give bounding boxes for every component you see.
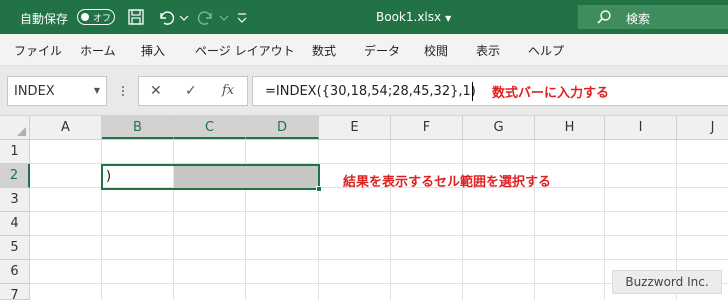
formula-bar-grip[interactable] xyxy=(121,84,125,98)
toggle-knob xyxy=(81,13,89,21)
autosave-toggle[interactable]: オフ xyxy=(77,9,115,25)
column-header-f[interactable]: F xyxy=(391,116,463,139)
row-header-7[interactable]: 7 xyxy=(0,284,30,300)
formula-input[interactable]: =INDEX({30,18,54;28,45,32},1) xyxy=(252,76,728,106)
chevron-down-icon: ▼ xyxy=(445,14,452,23)
column-header-b[interactable]: B xyxy=(102,116,174,139)
document-title-text: Book1.xlsx xyxy=(376,10,442,24)
save-icon[interactable] xyxy=(126,7,146,27)
tab-home[interactable]: ホーム xyxy=(80,42,116,59)
row-header-4[interactable]: 4 xyxy=(0,212,30,236)
row-header-6[interactable]: 6 xyxy=(0,260,30,284)
column-header-e[interactable]: E xyxy=(319,116,391,139)
ribbon-tabs: ファイル ホーム 挿入 ページ レイアウト 数式 データ 校閲 表示 ヘルプ xyxy=(0,34,728,66)
column-header-h[interactable]: H xyxy=(535,116,605,139)
tab-view[interactable]: 表示 xyxy=(476,42,500,59)
column-header-g[interactable]: G xyxy=(463,116,535,139)
chevron-down-icon[interactable]: ▼ xyxy=(94,86,100,95)
search-placeholder: 検索 xyxy=(626,12,651,26)
select-all-icon xyxy=(17,127,26,136)
redo-dropdown-icon[interactable] xyxy=(218,7,230,27)
name-box-value: INDEX xyxy=(14,84,55,99)
text-cursor xyxy=(472,82,473,101)
tab-help[interactable]: ヘルプ xyxy=(528,42,564,59)
undo-icon[interactable] xyxy=(156,7,176,27)
autosave-state: オフ xyxy=(93,14,112,24)
autosave-label: 自動保存 xyxy=(20,12,69,26)
row-header-3[interactable]: 3 xyxy=(0,188,30,212)
column-header-i[interactable]: I xyxy=(605,116,677,139)
enter-icon[interactable]: ✓ xyxy=(185,83,197,99)
column-headers: A B C D E F G H I J xyxy=(0,116,728,140)
row-header-5[interactable]: 5 xyxy=(0,236,30,260)
tab-page-layout[interactable]: ページ レイアウト xyxy=(195,42,295,59)
tab-file[interactable]: ファイル xyxy=(14,42,62,59)
search-icon xyxy=(596,9,612,29)
tab-data[interactable]: データ xyxy=(364,42,400,59)
formula-text: =INDEX({30,18,54;28,45,32},1) xyxy=(265,84,476,99)
formula-bar: INDEX ▼ ✕ ✓ fx =INDEX({30,18,54;28,45,32… xyxy=(0,66,728,116)
undo-dropdown-icon[interactable] xyxy=(178,7,190,27)
tab-insert[interactable]: 挿入 xyxy=(141,42,165,59)
name-box[interactable]: INDEX ▼ xyxy=(7,76,107,106)
insert-function-icon[interactable]: fx xyxy=(222,83,234,98)
row-header-2[interactable]: 2 xyxy=(0,164,30,188)
tab-formulas[interactable]: 数式 xyxy=(312,42,336,59)
active-cell-b2[interactable]: ) xyxy=(101,164,320,190)
fill-handle[interactable] xyxy=(316,186,322,192)
column-header-c[interactable]: C xyxy=(174,116,246,139)
cancel-icon[interactable]: ✕ xyxy=(150,83,162,99)
search-box[interactable]: 検索 xyxy=(578,5,728,29)
customize-toolbar-icon[interactable] xyxy=(236,7,248,27)
formula-bar-annotation: 数式バーに入力する xyxy=(492,86,610,101)
redo-icon[interactable] xyxy=(196,7,216,27)
title-bar: 自動保存 オフ Book1.xlsx ▼ 検索 xyxy=(0,0,728,34)
column-header-d[interactable]: D xyxy=(246,116,319,139)
select-all-button[interactable] xyxy=(0,116,30,139)
tab-review[interactable]: 校閲 xyxy=(424,42,448,59)
column-header-a[interactable]: A xyxy=(30,116,102,139)
range-annotation: 結果を表示するセル範囲を選択する xyxy=(343,175,552,190)
row-header-1[interactable]: 1 xyxy=(0,140,30,164)
active-cell-content: ) xyxy=(106,169,112,184)
document-title[interactable]: Book1.xlsx ▼ xyxy=(376,10,451,24)
column-header-j[interactable]: J xyxy=(677,116,728,139)
credit-label: Buzzword Inc. xyxy=(612,270,722,294)
formula-buttons: ✕ ✓ fx xyxy=(138,76,248,106)
